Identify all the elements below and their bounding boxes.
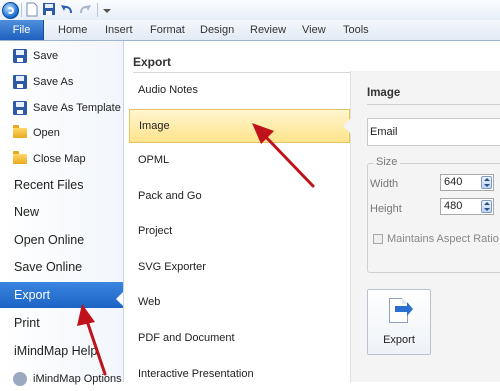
nav-close-map[interactable]: Close Map (0, 149, 123, 169)
nav-export-label: Export (14, 288, 51, 302)
nav-new[interactable]: New (0, 199, 123, 225)
export-button-label: Export (383, 334, 415, 346)
nav-print[interactable]: Print (0, 310, 123, 336)
save-template-icon (13, 101, 27, 115)
quick-access-toolbar (0, 0, 500, 21)
nav-save-as-template-label: Save As Template (33, 102, 121, 114)
image-heading: Image (367, 87, 401, 99)
image-options-panel: Image Email Size Width 640 Height 480 Ma… (350, 71, 500, 382)
nav-save-online-label: Save Online (14, 260, 83, 274)
maintain-aspect-checkbox[interactable] (373, 234, 383, 244)
nav-save-as-label: Save As (33, 76, 74, 88)
spinner-arrows-icon[interactable] (481, 176, 492, 189)
export-button[interactable]: Export (367, 289, 431, 355)
backstage-nav: Save Save As Save As Template Open Close… (0, 41, 124, 386)
ribbon-tab-bar: File Home Insert Format Design Review Vi… (0, 20, 500, 41)
nav-print-label: Print (14, 316, 40, 330)
nav-save-label: Save (33, 50, 59, 62)
tab-file[interactable]: File (0, 20, 44, 40)
selection-pointer (116, 292, 123, 306)
height-value: 480 (444, 200, 463, 212)
tab-insert[interactable]: Insert (105, 20, 133, 40)
nav-save-as[interactable]: Save As (0, 72, 123, 92)
export-panel: Export Audio Notes Image OPML Pack and G… (124, 41, 350, 382)
nav-close-map-label: Close Map (33, 153, 86, 165)
width-label: Width (370, 178, 399, 190)
size-legend: Size (373, 156, 401, 168)
nav-imindmap-help-label: iMindMap Help (14, 344, 98, 358)
new-document-icon[interactable] (26, 2, 38, 18)
spinner-arrows-icon[interactable] (481, 200, 492, 213)
open-folder-icon (13, 125, 27, 138)
tab-tools[interactable]: Tools (343, 20, 369, 40)
undo-icon[interactable] (60, 2, 74, 18)
nav-save[interactable]: Save (0, 46, 123, 66)
save-as-icon (13, 75, 27, 89)
height-label: Height (370, 203, 402, 215)
export-heading: Export (133, 55, 172, 69)
tab-view[interactable]: View (302, 20, 326, 40)
nav-save-as-template[interactable]: Save As Template (0, 98, 123, 118)
tab-review[interactable]: Review (250, 20, 286, 40)
nav-imindmap-help[interactable]: iMindMap Help (0, 338, 123, 364)
redo-icon[interactable] (78, 2, 92, 18)
nav-open-online[interactable]: Open Online (0, 227, 123, 253)
toolbar-separator (21, 3, 22, 17)
export-item-web[interactable]: Web (129, 285, 350, 319)
nav-new-label: New (14, 205, 40, 219)
export-item-pdf-and-document[interactable]: PDF and Document (129, 321, 350, 355)
width-value: 640 (444, 176, 463, 188)
nav-recent-files[interactable]: Recent Files (0, 172, 123, 198)
tab-home[interactable]: Home (58, 20, 87, 40)
nav-imindmap-options-label: iMindMap Options (33, 373, 122, 385)
image-format-select[interactable]: Email (367, 118, 500, 146)
export-item-interactive-presentation[interactable]: Interactive Presentation (129, 357, 350, 391)
nav-export[interactable]: Export (0, 282, 123, 308)
close-map-folder-icon (13, 151, 27, 164)
tab-design[interactable]: Design (200, 20, 234, 40)
export-item-opml[interactable]: OPML (129, 143, 350, 177)
customize-dropdown-icon[interactable] (102, 2, 112, 18)
save-icon (13, 49, 27, 63)
nav-open-online-label: Open Online (14, 233, 85, 247)
export-item-project[interactable]: Project (129, 214, 350, 248)
nav-imindmap-options[interactable]: iMindMap Options (0, 369, 123, 389)
nav-recent-files-label: Recent Files (14, 178, 84, 192)
nav-save-online[interactable]: Save Online (0, 254, 123, 280)
width-spinner[interactable]: 640 (440, 174, 494, 191)
maintain-aspect-label: Maintains Aspect Ratio (387, 233, 499, 245)
save-icon[interactable] (42, 2, 56, 18)
export-arrow-icon (395, 302, 413, 316)
export-item-svg-exporter[interactable]: SVG Exporter (129, 250, 350, 284)
tab-format[interactable]: Format (150, 20, 185, 40)
export-item-pack-and-go[interactable]: Pack and Go (129, 179, 350, 213)
panel-pointer (343, 118, 351, 134)
export-item-image[interactable]: Image (129, 109, 350, 143)
options-gear-icon (13, 372, 27, 386)
app-logo-icon[interactable] (2, 2, 19, 19)
height-spinner[interactable]: 480 (440, 198, 494, 215)
divider (367, 104, 500, 105)
nav-open[interactable]: Open (0, 123, 123, 143)
export-item-audio-notes[interactable]: Audio Notes (129, 73, 350, 107)
nav-open-label: Open (33, 127, 60, 139)
toolbar-separator (97, 3, 98, 17)
